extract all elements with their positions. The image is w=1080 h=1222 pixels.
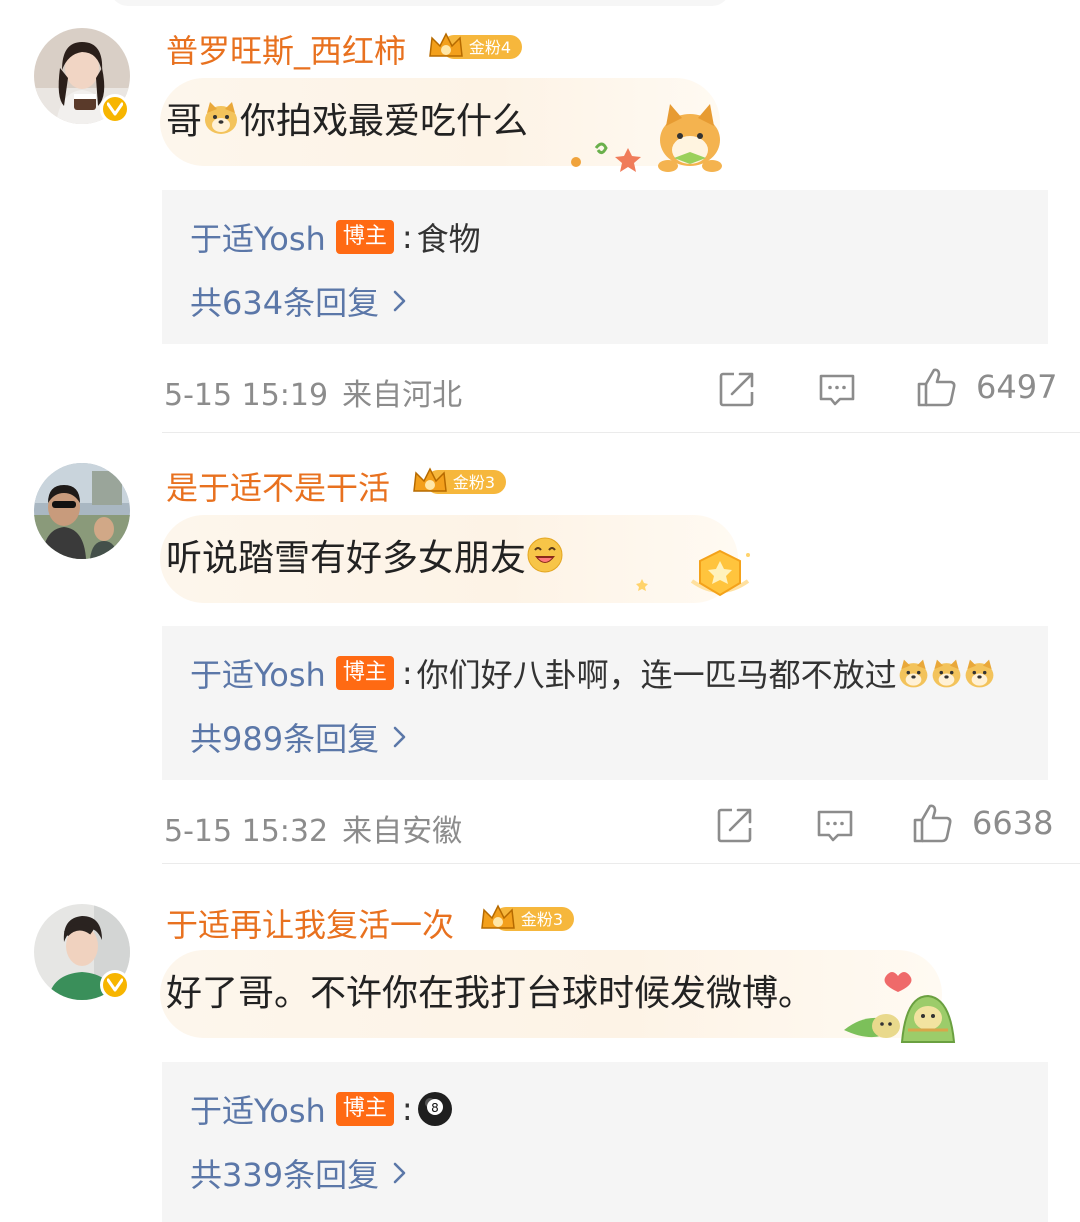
chevron-right-icon bbox=[393, 726, 406, 748]
share-icon bbox=[717, 808, 752, 843]
svg-text:8: 8 bbox=[431, 1101, 439, 1115]
like-count: 6497 bbox=[976, 368, 1058, 406]
reply-count-label: 共634条回复 bbox=[190, 284, 380, 322]
zongzi-sticker bbox=[844, 972, 956, 1043]
doge-emoji bbox=[965, 659, 994, 687]
like-icon bbox=[913, 804, 952, 843]
chevron-right-icon bbox=[393, 290, 406, 312]
reply-colon: : bbox=[401, 1090, 413, 1128]
reply-colon: : bbox=[401, 654, 413, 692]
comment-text: 哥 你拍戏最爱吃什么 bbox=[166, 92, 528, 144]
location: 来自安徽 bbox=[342, 814, 463, 849]
chevron-right-icon bbox=[393, 1162, 406, 1184]
comment-meta: 5-15 15:32 来自安徽 bbox=[164, 806, 462, 850]
host-tag: 博主 bbox=[335, 1092, 394, 1126]
fan-badge-label: 金粉3 bbox=[521, 910, 563, 929]
comment-text-part: 听说踏雪有好多女朋友 bbox=[166, 538, 527, 579]
shiba-sticker bbox=[571, 104, 722, 172]
comment-text: 好了哥。不许你在我打台球时候发微博。 bbox=[166, 964, 814, 1016]
comment-text-part: 你拍戏最爱吃什么 bbox=[240, 101, 529, 142]
verified-icon bbox=[100, 94, 130, 124]
reply-line: 于适Yosh 博主 : 食物 bbox=[190, 214, 481, 260]
reply-line: 于适Yosh 博主 : 8 bbox=[190, 1086, 453, 1132]
avatar[interactable] bbox=[34, 904, 130, 1000]
reply-author[interactable]: 于适Yosh bbox=[190, 650, 326, 696]
fan-badge: 金粉3 bbox=[413, 467, 506, 494]
doge-emoji bbox=[932, 659, 961, 687]
comment-text-part: 哥 bbox=[166, 101, 203, 142]
comment-text-part: 好了哥。不许你在我打台球时候发微博。 bbox=[166, 973, 815, 1014]
fan-badge: 金粉4 bbox=[429, 32, 522, 59]
timestamp: 5-15 15:32 bbox=[164, 814, 329, 849]
reply-text: 你们好八卦啊，连一匹马都不放过 bbox=[417, 650, 996, 696]
location: 来自河北 bbox=[342, 378, 463, 413]
reply-count-label: 共989条回复 bbox=[190, 720, 380, 758]
reply-author[interactable]: 于适Yosh bbox=[190, 1086, 326, 1132]
fan-badge: 金粉3 bbox=[481, 904, 574, 931]
like-button[interactable]: 6497 bbox=[916, 366, 1057, 408]
username[interactable]: 于适再让我复活一次 bbox=[166, 900, 454, 946]
fan-badge-label: 金粉3 bbox=[453, 473, 495, 492]
avatar-image bbox=[34, 463, 130, 559]
avatar[interactable] bbox=[34, 28, 130, 124]
reply-author[interactable]: 于适Yosh bbox=[190, 214, 326, 260]
reply-count-link[interactable]: 共339条回复 bbox=[190, 1150, 407, 1196]
host-tag: 博主 bbox=[335, 220, 394, 254]
comment-meta: 5-15 15:19 来自河北 bbox=[164, 370, 462, 414]
reply-count-link[interactable]: 共634条回复 bbox=[190, 278, 407, 324]
billiard-8-ball-emoji: 8 bbox=[417, 1092, 452, 1126]
comment-item: 普罗旺斯_西红柿 金粉4 哥 你拍戏最爱吃什么 于适Yosh 博主: 食物 共… bbox=[0, 0, 1080, 432]
comment-icon bbox=[817, 810, 853, 842]
avatar[interactable] bbox=[34, 463, 130, 559]
like-button[interactable]: 6638 bbox=[912, 802, 1053, 844]
username[interactable]: 普罗旺斯_西红柿 bbox=[166, 26, 406, 72]
timestamp: 5-15 15:19 bbox=[164, 378, 329, 413]
comment-item: 于适再让我复活一次 金粉3 好了哥。不许你在我打台球时候发微博。 于适Yosh … bbox=[0, 864, 1080, 1222]
comment-button[interactable] bbox=[816, 808, 854, 844]
reply-text: 食物 bbox=[416, 220, 481, 258]
share-button[interactable] bbox=[718, 370, 756, 408]
like-count: 6638 bbox=[972, 804, 1054, 842]
comment-item: 是于适不是干活 金粉3 听说踏雪有好多女朋友 于适Yosh 博主 : 你们好八卦… bbox=[0, 433, 1080, 863]
doge-emoji bbox=[899, 659, 928, 687]
comment-icon bbox=[819, 374, 855, 406]
verified-icon bbox=[100, 970, 130, 1000]
reply-count-link[interactable]: 共989条回复 bbox=[190, 714, 407, 760]
reply-line: 于适Yosh 博主 : 你们好八卦啊，连一匹马都不放过 bbox=[190, 650, 996, 696]
fan-badge-label: 金粉4 bbox=[469, 38, 511, 57]
reply-text: 8 bbox=[417, 1091, 453, 1127]
share-icon bbox=[719, 372, 754, 407]
share-button[interactable] bbox=[716, 806, 754, 844]
star-badge-sticker bbox=[636, 549, 750, 597]
comment-text: 听说踏雪有好多女朋友 bbox=[166, 529, 564, 581]
reply-text-content: 你们好八卦啊，连一匹马都不放过 bbox=[416, 656, 897, 694]
host-tag: 博主 bbox=[335, 656, 394, 690]
reply-preview[interactable]: 于适Yosh 博主 : 8 共339条回复 bbox=[162, 1062, 1048, 1222]
comment-button[interactable] bbox=[818, 372, 856, 408]
reply-preview[interactable]: 于适Yosh 博主 : 你们好八卦啊，连一匹马都不放过 共989条回复 bbox=[162, 626, 1048, 780]
username[interactable]: 是于适不是干活 bbox=[166, 463, 390, 509]
reply-count-label: 共339条回复 bbox=[190, 1156, 380, 1194]
laugh-emoji bbox=[527, 537, 563, 573]
doge-emoji bbox=[205, 102, 238, 134]
reply-colon: : bbox=[401, 218, 413, 256]
like-icon bbox=[917, 368, 956, 407]
reply-preview[interactable]: 于适Yosh 博主 : 食物 共634条回复 bbox=[162, 190, 1048, 344]
